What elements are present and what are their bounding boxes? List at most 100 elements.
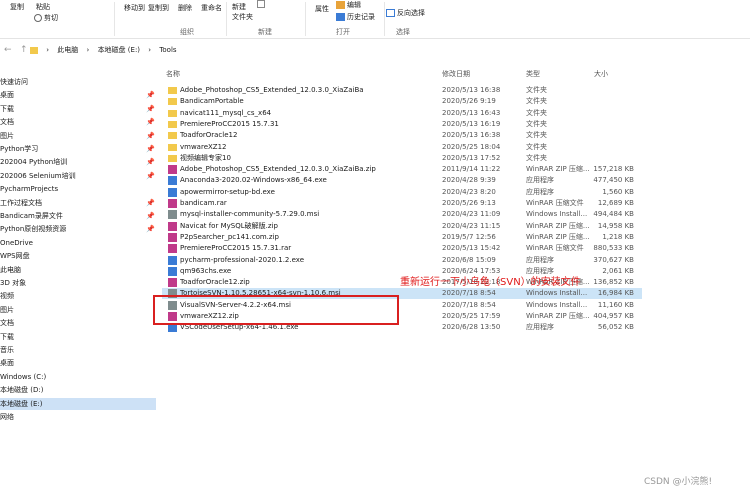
properties-button[interactable]: 属性 (315, 4, 329, 14)
file-row[interactable]: pycharm-professional-2020.1.2.exe 2020/6/… (162, 255, 642, 266)
breadcrumb-item[interactable]: 此电脑 (57, 46, 78, 54)
sidebar-item-label: 快速访问 (0, 78, 28, 86)
sidebar-item-label: 音乐 (0, 346, 14, 354)
file-date: 2020/5/13 16:38 (442, 131, 501, 140)
file-row[interactable]: Navicat for MySQL破解版.zip 2020/4/23 11:15 W… (162, 221, 642, 232)
sidebar-item[interactable]: 桌面 (0, 357, 156, 369)
folder-icon (30, 46, 38, 54)
pin-icon: 📌 (146, 171, 155, 180)
history-button[interactable]: 历史记录 (336, 12, 375, 22)
file-name: P2pSearcher_pc141.com.zip (180, 232, 279, 241)
sidebar-item[interactable]: 此电脑 (0, 264, 156, 276)
file-row[interactable]: BandicamPortable 2020/5/26 9:19 文件夹 (162, 96, 642, 107)
file-name: Adobe_Photoshop_CS5_Extended_12.0.3.0_Xi… (180, 86, 364, 94)
sidebar-item[interactable]: 文档 📌 (0, 116, 156, 128)
breadcrumb-sep: › (46, 46, 50, 54)
sidebar-item[interactable]: 图片 📌 (0, 130, 156, 142)
sidebar-item[interactable]: 下载 (0, 331, 156, 343)
column-name[interactable]: 名称 (166, 69, 180, 79)
sidebar-item[interactable]: 202006 Selenium培训 📌 (0, 170, 156, 182)
sidebar-item[interactable]: 文档 (0, 317, 156, 329)
file-type: Windows Install... (526, 300, 588, 309)
file-row[interactable]: PremiereProCC2015 15.7.31 2020/5/13 16:19… (162, 119, 642, 130)
sidebar-item[interactable]: 202004 Python培训 📌 (0, 156, 156, 168)
invert-selection-button[interactable]: 反向选择 (386, 8, 425, 18)
sidebar-item[interactable]: 本地磁盘 (D:) (0, 384, 156, 396)
column-size[interactable]: 大小 (594, 69, 608, 79)
breadcrumb[interactable]: › 此电脑 › 本地磁盘 (E:) › Tools (30, 43, 430, 57)
back-icon[interactable]: ← (4, 45, 12, 55)
sidebar-item[interactable]: 工作过程文档 📌 (0, 197, 156, 209)
sidebar-item[interactable]: 图片 (0, 304, 156, 316)
file-row[interactable]: ToadforOracle12 2020/5/13 16:38 文件夹 (162, 130, 642, 141)
sidebar-item-label: Python原创视频资源 (0, 225, 67, 234)
edit-button[interactable]: 编辑 (336, 0, 361, 10)
file-type: WinRAR 压缩文件 (526, 244, 584, 253)
file-size: 11,160 KB (597, 300, 634, 309)
sidebar-item-label: 本地磁盘 (E:) (0, 399, 43, 408)
sidebar-item[interactable]: 3D 对象 (0, 277, 156, 289)
file-name: qm963chs.exe (180, 266, 232, 275)
file-row[interactable]: mysql-installer-community-5.7.29.0.msi 20… (162, 209, 642, 220)
column-type[interactable]: 类型 (526, 69, 540, 79)
file-date: 2020/4/23 8:20 (442, 187, 496, 196)
msi-icon (168, 210, 177, 220)
move-to-button[interactable]: 移动到 (124, 3, 145, 13)
file-row[interactable]: PremiereProCC2015 15.7.31.rar 2020/5/13 1… (162, 243, 642, 254)
file-size: 494,484 KB (593, 210, 634, 219)
file-date: 2020/6/28 13:50 (442, 323, 501, 332)
sidebar-item[interactable]: 本地磁盘 (E:) (0, 397, 156, 410)
file-date: 2020/6/8 15:09 (442, 255, 496, 264)
delete-button[interactable]: 删除 (178, 3, 192, 13)
exe-icon (168, 187, 177, 197)
sidebar-item-label: 此电脑 (0, 265, 21, 274)
sidebar-item[interactable]: 网络 (0, 411, 156, 423)
file-type: WinRAR ZIP 压缩... (526, 221, 590, 230)
file-row[interactable]: 视频编辑专家10 2020/5/13 17:52 文件夹 (162, 153, 642, 164)
sidebar-item[interactable]: PycharmProjects (0, 183, 156, 195)
file-type: 应用程序 (526, 255, 554, 264)
sidebar-item[interactable]: Bandicam录屏文件 📌 (0, 210, 156, 222)
breadcrumb-item[interactable]: Tools (159, 46, 176, 54)
file-row[interactable]: Adobe_Photoshop_CS5_Extended_12.0.3.0_Xi… (162, 85, 642, 96)
sidebar-item[interactable]: 下载 📌 (0, 103, 156, 115)
file-row[interactable]: Adobe_Photoshop_CS5_Extended_12.0.3.0_Xi… (162, 164, 642, 175)
new-folder-button[interactable]: 新建 文件夹 (232, 2, 253, 22)
file-row[interactable]: P2pSearcher_pc141.com.zip 2019/5/7 12:56 W… (162, 232, 642, 243)
folder-icon (168, 143, 177, 151)
column-date[interactable]: 修改日期 (442, 69, 470, 79)
sidebar-item[interactable]: Python原创视频资源 📌 (0, 223, 156, 235)
file-row[interactable]: apowermirror-setup-bd.exe 2020/4/23 8:20 应… (162, 187, 642, 198)
sidebar-item[interactable]: Windows (C:) (0, 371, 156, 383)
file-row[interactable]: vmwareXZ12 2020/5/25 18:04 文件夹 (162, 142, 642, 153)
pin-icon: 📌 (146, 91, 155, 100)
file-name: apowermirror-setup-bd.exe (180, 187, 275, 196)
history-icon (336, 13, 345, 21)
file-date: 2020/4/23 11:15 (442, 221, 501, 230)
copy-button[interactable]: 复制 (10, 2, 24, 12)
sidebar-item-label: 下载 (0, 332, 14, 341)
file-date: 2020/5/13 17:52 (442, 153, 501, 162)
sidebar-item[interactable]: 音乐 (0, 344, 156, 356)
folder-icon (168, 120, 177, 128)
up-icon[interactable]: ↑ (20, 45, 28, 55)
file-row[interactable]: bandicam.rar 2020/5/26 9:13 WinRAR 压缩文件 12,… (162, 198, 642, 209)
sidebar-item[interactable]: Python学习 📌 (0, 143, 156, 155)
new-item-checkbox[interactable] (257, 0, 265, 10)
sidebar-item[interactable]: WPS网盘 (0, 250, 156, 262)
cut-button[interactable]: 剪切 (34, 13, 58, 23)
copy-to-button[interactable]: 复制到 (148, 3, 169, 13)
file-type: 文件夹 (526, 86, 547, 94)
file-size: 157,218 KB (593, 165, 634, 174)
file-row[interactable]: navicat111_mysql_cs_x64 2020/5/13 16:43 文件… (162, 108, 642, 119)
sidebar-item[interactable]: OneDrive (0, 237, 156, 249)
breadcrumb-item[interactable]: 本地磁盘 (E:) (98, 46, 140, 54)
sidebar-item[interactable]: 快速访问 (0, 76, 156, 88)
rename-button[interactable]: 重命名 (201, 3, 222, 13)
sidebar-item[interactable]: 视频 (0, 290, 156, 302)
sidebar-item[interactable]: 桌面 📌 (0, 89, 156, 101)
paste-button[interactable]: 粘贴 (36, 2, 50, 12)
file-type: 文件夹 (526, 97, 547, 106)
file-row[interactable]: Anaconda3-2020.02-Windows-x86_64.exe 2020… (162, 175, 642, 186)
file-name: 视频编辑专家10 (180, 153, 231, 162)
